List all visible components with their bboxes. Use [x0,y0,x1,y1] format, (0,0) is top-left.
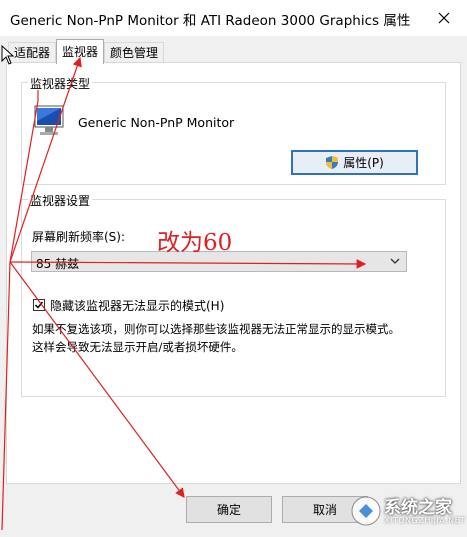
chevron-down-icon [390,258,400,264]
monitor-settings-group: 监视器设置 屏幕刷新频率(S): 85 赫兹 隐藏该监视器无法显示的模式(H) … [21,192,446,397]
watermark-logo-icon [351,496,381,526]
window-title: Generic Non-PnP Monitor 和 ATI Radeon 300… [10,13,411,29]
checkmark-icon [34,301,44,309]
description-line: 如果不复选该项，则你可以选择那些该监视器无法正常显示的显示模式。 [32,322,400,336]
properties-button[interactable]: 属性(P) [291,150,418,175]
hide-modes-checkbox[interactable] [33,299,45,311]
site-watermark: 系统之家 XITONGZHIJIA.NET [348,489,466,535]
properties-button-label: 属性(P) [343,156,384,170]
ok-button[interactable]: 确定 [186,496,272,523]
refresh-rate-value: 85 赫兹 [36,257,80,271]
mouse-cursor-icon [1,45,15,65]
hide-modes-description: 如果不复选该项，则你可以选择那些该监视器无法正常显示的显示模式。 这样会导致无法… [32,320,402,356]
description-line: 这样会导致无法显示开启/或者损坏硬件。 [32,340,243,354]
close-icon [438,12,450,24]
tab-adapter[interactable]: 适配器 [8,42,57,63]
monitor-type-group: 监视器类型 Generic Non-PnP Monitor 属性(P) [21,75,446,185]
monitor-type-label: 监视器类型 [28,75,93,92]
hide-modes-label[interactable]: 隐藏该监视器无法显示的模式(H) [50,297,224,314]
title-bar: Generic Non-PnP Monitor 和 ATI Radeon 300… [0,0,467,36]
close-button[interactable] [427,4,461,32]
properties-dialog: Generic Non-PnP Monitor 和 ATI Radeon 300… [0,0,467,537]
shield-icon [326,156,339,169]
tab-monitor[interactable]: 监视器 [56,39,105,64]
watermark-url: XITONGZHIJIA.NET [384,516,466,525]
tab-panel: 监视器类型 Generic Non-PnP Monitor 属性(P) 监视器设… [6,62,461,484]
monitor-icon [34,105,64,135]
refresh-rate-label: 屏幕刷新频率(S): [32,230,126,244]
annotation-text: 改为60 [157,230,233,256]
watermark-text: 系统之家 [384,498,452,518]
monitor-settings-label: 监视器设置 [28,192,93,209]
tab-color-management[interactable]: 颜色管理 [104,42,165,63]
monitor-name: Generic Non-PnP Monitor [78,115,235,130]
